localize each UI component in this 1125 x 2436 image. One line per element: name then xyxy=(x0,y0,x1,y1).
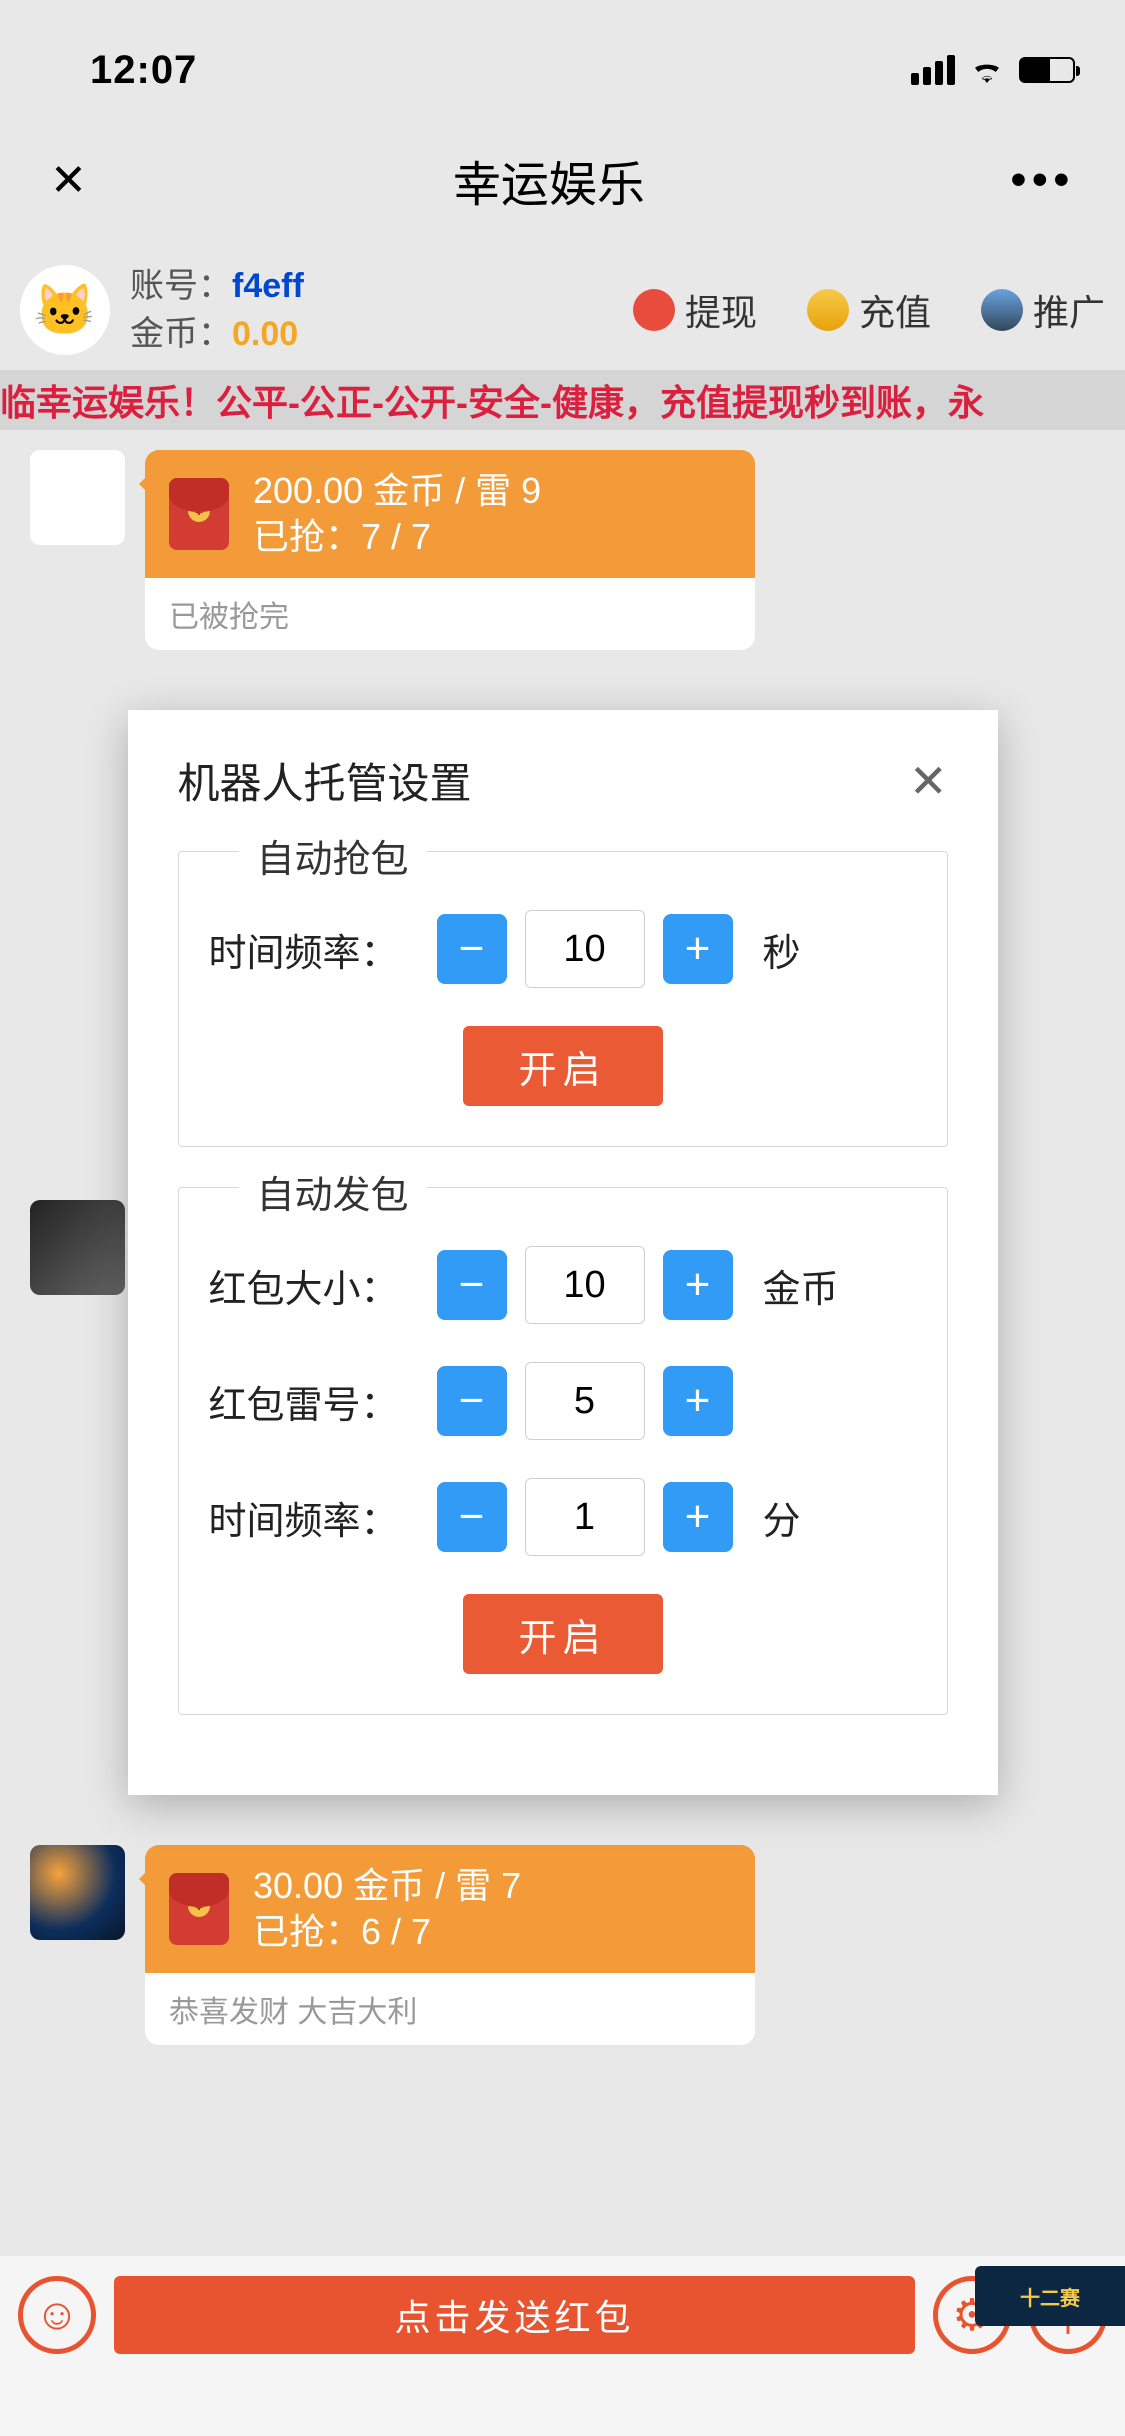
account-value: f4eff xyxy=(232,267,304,305)
packet-grabbed: 已抢：7 / 7 xyxy=(253,514,541,560)
message-avatar[interactable] xyxy=(30,1200,125,1295)
chat-message: 30.00 金币 / 雷 7 已抢：6 / 7 恭喜发财 大吉大利 xyxy=(30,1845,1095,2045)
more-icon[interactable]: ••• xyxy=(1011,155,1075,205)
packet-title: 200.00 金币 / 雷 9 xyxy=(253,468,541,514)
page-title: 幸运娱乐 xyxy=(453,145,645,215)
grab-freq-unit: 秒 xyxy=(763,922,801,977)
send-freq-minus-button[interactable]: − xyxy=(437,1482,507,1552)
send-size-plus-button[interactable]: + xyxy=(663,1250,733,1320)
modal-title: 机器人托管设置 xyxy=(178,750,472,811)
coin-value: 0.00 xyxy=(232,315,298,353)
grab-freq-label: 时间频率： xyxy=(209,922,419,977)
grab-freq-input[interactable]: 10 xyxy=(525,910,645,988)
account-label: 账号： xyxy=(130,267,232,305)
person-icon xyxy=(981,289,1023,331)
grab-frequency-row: 时间频率： − 10 + 秒 xyxy=(209,910,917,988)
auto-send-fieldset: 自动发包 红包大小： − 10 + 金币 红包雷号： − 5 + 时间频率： −… xyxy=(178,1187,948,1715)
smile-icon: ☺ xyxy=(35,2290,80,2340)
promote-label: 推广 xyxy=(1033,284,1105,336)
send-freq-label: 时间频率： xyxy=(209,1490,419,1545)
message-avatar[interactable] xyxy=(30,1845,125,1940)
send-red-packet-button[interactable]: 点击发送红包 xyxy=(114,2276,915,2354)
quick-actions: 提现 充值 推广 xyxy=(633,284,1105,336)
grab-enable-button[interactable]: 开启 xyxy=(463,1026,663,1106)
red-packet-bubble[interactable]: 30.00 金币 / 雷 7 已抢：6 / 7 xyxy=(145,1845,755,1973)
send-freq-unit: 分 xyxy=(763,1490,801,1545)
site-watermark: 十二赛 xyxy=(975,2266,1125,2326)
send-size-unit: 金币 xyxy=(763,1258,839,1313)
packet-title: 30.00 金币 / 雷 7 xyxy=(253,1863,521,1909)
emoji-button[interactable]: ☺ xyxy=(18,2276,96,2354)
hand-coin-icon xyxy=(807,289,849,331)
cellular-signal-icon xyxy=(911,55,955,85)
modal-close-icon[interactable]: ✕ xyxy=(909,754,948,808)
nav-bar: ✕ 幸运娱乐 ••• xyxy=(0,110,1125,250)
send-freq-plus-button[interactable]: + xyxy=(663,1482,733,1552)
send-mine-input[interactable]: 5 xyxy=(525,1362,645,1440)
recharge-button[interactable]: 充值 xyxy=(807,284,931,336)
close-icon[interactable]: ✕ xyxy=(50,155,87,206)
send-enable-button[interactable]: 开启 xyxy=(463,1594,663,1674)
red-packet-icon xyxy=(169,1873,229,1945)
send-mine-label: 红包雷号： xyxy=(209,1374,419,1429)
bot-settings-modal: 机器人托管设置 ✕ 自动抢包 时间频率： − 10 + 秒 开启 自动发包 红包… xyxy=(128,710,998,1795)
send-size-label: 红包大小： xyxy=(209,1258,419,1313)
auto-grab-fieldset: 自动抢包 时间频率： − 10 + 秒 开启 xyxy=(178,851,948,1147)
grab-freq-minus-button[interactable]: − xyxy=(437,914,507,984)
message-avatar[interactable] xyxy=(30,450,125,545)
auto-grab-legend: 自动抢包 xyxy=(239,828,427,883)
auto-send-legend: 自动发包 xyxy=(239,1164,427,1219)
packet-status: 已被抢完 xyxy=(145,578,755,650)
wifi-icon xyxy=(969,57,1005,83)
withdraw-label: 提现 xyxy=(685,284,757,336)
packet-status: 恭喜发财 大吉大利 xyxy=(145,1973,755,2045)
chat-message: 200.00 金币 / 雷 9 已抢：7 / 7 已被抢完 xyxy=(30,450,1095,650)
watermark-text: 十二赛 xyxy=(1020,2282,1080,2311)
send-freq-input[interactable]: 1 xyxy=(525,1478,645,1556)
grab-freq-plus-button[interactable]: + xyxy=(663,914,733,984)
avatar[interactable]: 🐱 xyxy=(20,265,110,355)
send-size-input[interactable]: 10 xyxy=(525,1246,645,1324)
coin-label: 金币： xyxy=(130,315,232,353)
send-size-minus-button[interactable]: − xyxy=(437,1250,507,1320)
send-freq-row: 时间频率： − 1 + 分 xyxy=(209,1478,917,1556)
red-packet-icon xyxy=(169,478,229,550)
status-time: 12:07 xyxy=(90,48,197,93)
withdraw-button[interactable]: 提现 xyxy=(633,284,757,336)
user-info-bar: 🐱 账号：f4eff 金币：0.00 提现 充值 推广 xyxy=(0,250,1125,370)
send-mine-plus-button[interactable]: + xyxy=(663,1366,733,1436)
recharge-label: 充值 xyxy=(859,284,931,336)
bottom-toolbar: ☺ 点击发送红包 ⚙ ＋ xyxy=(0,2256,1125,2436)
status-bar: 12:07 xyxy=(0,0,1125,110)
battery-icon xyxy=(1019,57,1075,83)
status-indicators xyxy=(911,55,1075,85)
packet-grabbed: 已抢：6 / 7 xyxy=(253,1909,521,1955)
send-size-row: 红包大小： − 10 + 金币 xyxy=(209,1246,917,1324)
coin-stack-icon xyxy=(633,289,675,331)
user-text: 账号：f4eff 金币：0.00 xyxy=(130,262,304,358)
promote-button[interactable]: 推广 xyxy=(981,284,1105,336)
send-mine-minus-button[interactable]: − xyxy=(437,1366,507,1436)
send-mine-row: 红包雷号： − 5 + xyxy=(209,1362,917,1440)
red-packet-bubble[interactable]: 200.00 金币 / 雷 9 已抢：7 / 7 xyxy=(145,450,755,578)
